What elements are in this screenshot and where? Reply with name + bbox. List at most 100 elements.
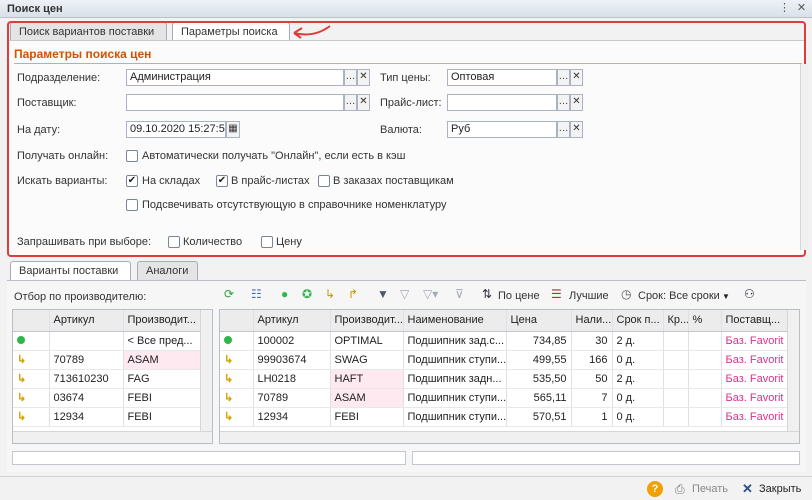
- price-cell: 565,11: [506, 388, 572, 408]
- table-row[interactable]: ↳ 70789 ASAM: [13, 350, 202, 370]
- green-dot-icon[interactable]: ●: [281, 287, 288, 301]
- qty-cell: 7: [571, 388, 613, 408]
- manufacturer-filter-grid[interactable]: Артикул Производит... < Все пред... ↳ 70…: [12, 309, 213, 444]
- columns-icon[interactable]: ☷: [251, 287, 262, 301]
- globe-icon[interactable]: ✪: [302, 287, 312, 301]
- table-row[interactable]: ↳ 713610230 FAG: [13, 369, 202, 389]
- table-row[interactable]: ↳ 03674 FEBI: [13, 388, 202, 408]
- article-cell: 70789: [49, 350, 124, 370]
- row-icon-cell: [13, 331, 50, 351]
- column-header[interactable]: [13, 310, 50, 332]
- vertical-scrollbar[interactable]: [787, 310, 799, 431]
- vertical-scrollbar[interactable]: [200, 310, 212, 431]
- term-cell: 2 д.: [612, 369, 664, 389]
- pct-cell: [688, 388, 722, 408]
- kr-cell: [663, 350, 689, 370]
- pct-cell: [688, 369, 722, 389]
- print-button[interactable]: Печать: [692, 483, 728, 495]
- filter-clear-icon[interactable]: ⊽: [455, 287, 464, 301]
- price-cell: 734,85: [506, 331, 572, 351]
- term-cell: 0 д.: [612, 388, 664, 408]
- table-row[interactable]: ↳ 70789 ASAM Подшипник ступи... 565,11 7…: [220, 388, 789, 408]
- table-row[interactable]: < Все пред...: [13, 331, 202, 351]
- kr-cell: [663, 331, 689, 351]
- table-row[interactable]: 100002 OPTIMAL Подшипник зад.с... 734,85…: [220, 331, 789, 351]
- arrow-up-icon[interactable]: ↱: [348, 287, 358, 301]
- green-dot-icon: [224, 335, 232, 344]
- name-cell: Подшипник ступи...: [403, 350, 507, 370]
- tab-analogs[interactable]: Аналоги: [137, 261, 198, 281]
- menu-icon[interactable]: ⋮: [778, 2, 791, 15]
- row-icon-cell: ↳: [13, 350, 50, 370]
- sort-by-price-button[interactable]: По цене: [498, 290, 540, 302]
- supplier-cell: Баз. Favorit: [721, 369, 789, 389]
- window-scrollbar[interactable]: [800, 64, 808, 250]
- help-icon[interactable]: ?: [647, 481, 663, 497]
- footer-bar: ? ⎙ Печать ✕ Закрыть: [0, 476, 812, 500]
- maker-cell: FEBI: [123, 407, 202, 427]
- column-header[interactable]: Артикул: [253, 310, 331, 332]
- window-title-bar: Поиск цен ⋮ ✕: [0, 0, 812, 18]
- arrow-icon: ↳: [17, 354, 27, 366]
- highlight-frame: [7, 21, 806, 257]
- table-row[interactable]: ↳ 12934 FEBI Подшипник ступи... 570,51 1…: [220, 407, 789, 427]
- status-field-right: [412, 451, 800, 465]
- best-icon[interactable]: ☰: [551, 287, 562, 301]
- article-cell: LH0218: [253, 369, 331, 389]
- refresh-icon[interactable]: ⟳: [224, 287, 234, 301]
- column-header[interactable]: Нали...: [571, 310, 613, 332]
- horizontal-scrollbar[interactable]: [13, 431, 212, 443]
- name-cell: Подшипник ступи...: [403, 388, 507, 408]
- term-dropdown[interactable]: Срок: Все сроки: [638, 290, 720, 302]
- kr-cell: [663, 369, 689, 389]
- filter-off-icon[interactable]: ▽: [400, 287, 409, 301]
- article-cell: [49, 331, 124, 351]
- price-cell: 535,50: [506, 369, 572, 389]
- tab-delivery-variants[interactable]: Варианты поставки: [10, 261, 131, 281]
- arrow-icon: ↳: [224, 392, 234, 404]
- clock-icon: ◷: [621, 287, 632, 301]
- filter-list-icon[interactable]: ▽▾: [423, 287, 438, 301]
- binoculars-icon[interactable]: ⚇: [744, 287, 755, 301]
- maker-cell: FEBI: [123, 388, 202, 408]
- name-cell: Подшипник задн...: [403, 369, 507, 389]
- chevron-down-icon[interactable]: ▼: [722, 290, 730, 304]
- column-header[interactable]: Цена: [506, 310, 572, 332]
- table-row[interactable]: ↳ 99903674 SWAG Подшипник ступи... 499,5…: [220, 350, 789, 370]
- sort-az-icon[interactable]: ⇅: [482, 287, 492, 301]
- price-cell: 570,51: [506, 407, 572, 427]
- column-header[interactable]: Производит...: [330, 310, 404, 332]
- table-row[interactable]: ↳ LH0218 HAFT Подшипник задн... 535,50 5…: [220, 369, 789, 389]
- close-window-icon[interactable]: ✕: [795, 2, 808, 15]
- column-header[interactable]: Наименование: [403, 310, 507, 332]
- maker-cell: SWAG: [330, 350, 404, 370]
- price-cell: 499,55: [506, 350, 572, 370]
- row-icon-cell: ↳: [220, 407, 254, 427]
- column-header[interactable]: Поставщ...: [721, 310, 789, 332]
- row-icon-cell: ↳: [220, 369, 254, 389]
- column-header[interactable]: Кр...: [663, 310, 689, 332]
- column-header[interactable]: %: [688, 310, 722, 332]
- row-icon-cell: ↳: [13, 388, 50, 408]
- filter-icon[interactable]: ▼: [377, 287, 389, 301]
- table-row[interactable]: ↳ 12934 FEBI: [13, 407, 202, 427]
- close-icon: ✕: [742, 481, 753, 496]
- horizontal-scrollbar[interactable]: [220, 431, 799, 443]
- column-header[interactable]: Срок п...: [612, 310, 664, 332]
- variants-grid[interactable]: Артикул Производит... Наименование Цена …: [219, 309, 800, 444]
- name-cell: Подшипник зад.с...: [403, 331, 507, 351]
- maker-cell: ASAM: [330, 388, 404, 408]
- row-icon-cell: ↳: [220, 388, 254, 408]
- best-button[interactable]: Лучшие: [569, 290, 609, 302]
- pct-cell: [688, 350, 722, 370]
- qty-cell: 50: [571, 369, 613, 389]
- column-header[interactable]: Производит...: [123, 310, 202, 332]
- arrow-icon: ↳: [17, 392, 27, 404]
- arrow-icon: ↳: [224, 373, 234, 385]
- qty-cell: 166: [571, 350, 613, 370]
- column-header[interactable]: [220, 310, 254, 332]
- arrow-icon[interactable]: ↳: [325, 287, 335, 301]
- column-header[interactable]: Артикул: [49, 310, 124, 332]
- close-button[interactable]: Закрыть: [759, 483, 801, 495]
- pct-cell: [688, 331, 722, 351]
